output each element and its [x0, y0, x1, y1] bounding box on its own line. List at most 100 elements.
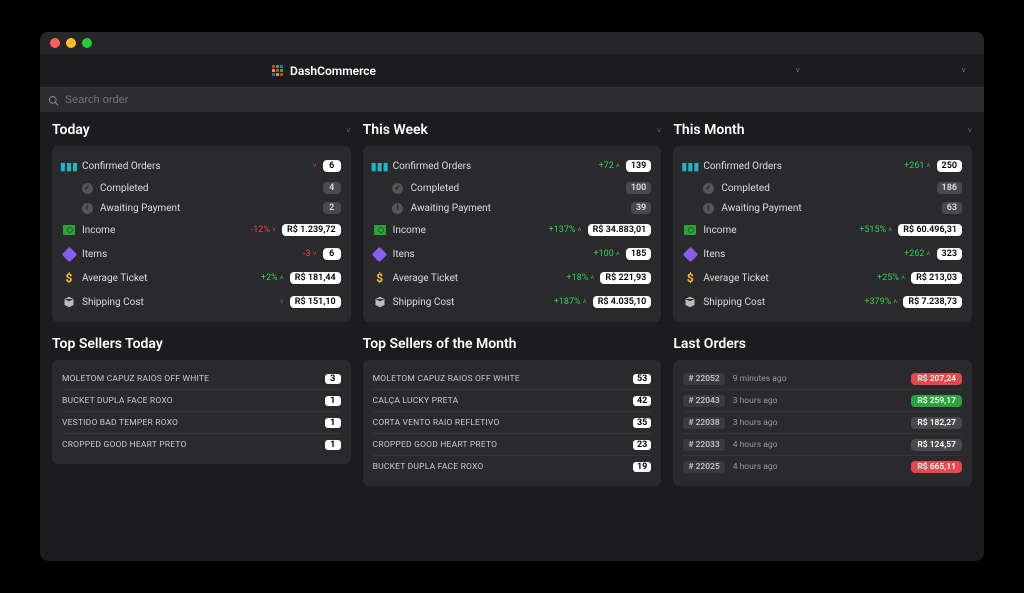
dollar-icon: $ [683, 271, 697, 285]
seller-count: 23 [633, 440, 651, 450]
topbar-dropdown-2[interactable]: ˅ [961, 66, 966, 75]
window-close-icon[interactable] [50, 38, 60, 48]
panel-today-title: Today ˅ [52, 122, 351, 138]
stat-label: Completed [411, 183, 460, 194]
search-input[interactable] [65, 94, 976, 106]
stat-value: 185 [626, 248, 651, 260]
stat-value: R$ 181,44 [290, 272, 341, 284]
delta: +379% ˄ [864, 297, 897, 307]
delta: ˅ [280, 298, 284, 306]
delta: +261 ˄ [904, 161, 930, 171]
order-time: 3 hours ago [733, 418, 778, 428]
sellers-today: Top Sellers Today MOLETOM CAPUZ RAIOS OF… [52, 336, 351, 486]
stat-row: Shipping Cost +379% ˄ R$ 7.238,73 [683, 290, 962, 314]
search-bar[interactable] [40, 88, 984, 112]
seller-row[interactable]: VESTIDO BAD TEMPER ROXO 1 [62, 412, 341, 434]
stat-subrow: i Awaiting Payment 2 [62, 198, 341, 218]
last-orders-card: # 22052 9 minutes ago R$ 207,24 # 22043 … [673, 360, 972, 486]
seller-count: 53 [633, 374, 651, 384]
seller-row[interactable]: MOLETOM CAPUZ RAIOS OFF WHITE 53 [373, 368, 652, 390]
order-row[interactable]: # 22052 9 minutes ago R$ 207,24 [683, 368, 962, 390]
delta: +187% ˄ [554, 297, 587, 307]
panel-month: This Month ˅ ▮▮▮ Confirmed Orders +261 ˄… [673, 122, 972, 322]
topbar: DashCommerce ˅ ˅ [40, 54, 984, 88]
stat-label: Income [82, 225, 115, 236]
app-window: DashCommerce ˅ ˅ Today ˅ ▮▮▮ Confirmed O… [40, 32, 984, 561]
stat-value: 100 [626, 182, 651, 194]
stat-value: R$ 151,10 [290, 296, 341, 308]
stat-value: R$ 213,03 [911, 272, 962, 284]
seller-count: 42 [633, 396, 651, 406]
stat-label: Awaiting Payment [411, 203, 491, 214]
order-time: 4 hours ago [733, 440, 778, 450]
bar-chart-icon: ▮▮▮ [62, 159, 76, 173]
seller-count: 1 [325, 418, 341, 428]
order-row[interactable]: # 22038 3 hours ago R$ 182,27 [683, 412, 962, 434]
last-orders-title: Last Orders [673, 336, 972, 352]
seller-row[interactable]: CORTA VENTO RAIO REFLETIVO 35 [373, 412, 652, 434]
stat-value: 6 [323, 248, 341, 260]
package-icon [683, 295, 697, 309]
stat-row: Shipping Cost ˅ R$ 151,10 [62, 290, 341, 314]
topbar-dropdown-1[interactable]: ˅ [795, 66, 800, 75]
stat-value: R$ 60.496,31 [898, 224, 962, 236]
seller-row[interactable]: BUCKET DUPLA FACE ROXO 1 [62, 390, 341, 412]
stat-value: 6 [323, 160, 341, 172]
delta: -3 ˅ [303, 249, 317, 259]
stat-label: Shipping Cost [703, 297, 765, 308]
stat-value: R$ 1.239,72 [282, 224, 341, 236]
check-circle-icon: ✓ [701, 181, 715, 195]
stat-label: Itens [393, 249, 415, 260]
window-minimize-icon[interactable] [66, 38, 76, 48]
sellers-month-title: Top Sellers of the Month [363, 336, 662, 352]
order-id: # 22033 [683, 439, 724, 451]
window-zoom-icon[interactable] [82, 38, 92, 48]
stat-row: ▮▮▮ Confirmed Orders +261 ˄ 250 [683, 154, 962, 178]
order-time: 3 hours ago [733, 396, 778, 406]
order-row[interactable]: # 22025 4 hours ago R$ 665,11 [683, 456, 962, 478]
stat-label: Average Ticket [703, 273, 768, 284]
seller-row[interactable]: MOLETOM CAPUZ RAIOS OFF WHITE 3 [62, 368, 341, 390]
panel-week: This Week ˅ ▮▮▮ Confirmed Orders +72 ˄ 1… [363, 122, 662, 322]
check-circle-icon: ✓ [80, 181, 94, 195]
delta: +25% ˄ [877, 273, 905, 283]
gem-icon [62, 247, 76, 261]
seller-row[interactable]: CALÇA LUCKY PRETA 42 [373, 390, 652, 412]
stat-label: Average Ticket [82, 273, 147, 284]
stat-subrow: i Awaiting Payment 63 [683, 198, 962, 218]
chevron-down-icon[interactable]: ˅ [967, 126, 972, 135]
stat-label: Awaiting Payment [100, 203, 180, 214]
clock-icon: i [80, 201, 94, 215]
money-icon [62, 223, 76, 237]
stat-value: 2 [323, 202, 341, 214]
stat-subrow: ✓ Completed 100 [373, 178, 652, 198]
sellers-today-title: Top Sellers Today [52, 336, 351, 352]
content: Today ˅ ▮▮▮ Confirmed Orders ˅ 6 ✓ Compl… [40, 112, 984, 561]
clock-icon: i [391, 201, 405, 215]
order-row[interactable]: # 22033 4 hours ago R$ 124,57 [683, 434, 962, 456]
stat-row: ▮▮▮ Confirmed Orders ˅ 6 [62, 154, 341, 178]
seller-name: MOLETOM CAPUZ RAIOS OFF WHITE [373, 374, 520, 384]
seller-name: CROPPED GOOD HEART PRETO [373, 440, 498, 450]
seller-row[interactable]: BUCKET DUPLA FACE ROXO 19 [373, 456, 652, 478]
stat-row: Itens +262 ˄ 323 [683, 242, 962, 266]
seller-row[interactable]: CROPPED GOOD HEART PRETO 23 [373, 434, 652, 456]
panel-month-card: ▮▮▮ Confirmed Orders +261 ˄ 250 ✓ Comple… [673, 146, 972, 322]
delta: -12% ˅ [251, 225, 276, 235]
seller-row[interactable]: CROPPED GOOD HEART PRETO 1 [62, 434, 341, 456]
brand: DashCommerce [272, 64, 376, 78]
delta: +18% ˄ [566, 273, 594, 283]
panel-today-card: ▮▮▮ Confirmed Orders ˅ 6 ✓ Completed 4 i… [52, 146, 351, 322]
delta: ˅ [313, 162, 317, 170]
stat-value: 63 [942, 202, 962, 214]
bar-chart-icon: ▮▮▮ [373, 159, 387, 173]
order-row[interactable]: # 22043 3 hours ago R$ 259,17 [683, 390, 962, 412]
delta: +262 ˄ [904, 249, 930, 259]
chevron-down-icon[interactable]: ˅ [346, 126, 351, 135]
stat-row: Items -3 ˅ 6 [62, 242, 341, 266]
order-time: 9 minutes ago [733, 374, 787, 384]
chevron-down-icon[interactable]: ˅ [657, 126, 662, 135]
stat-label: Shipping Cost [82, 297, 144, 308]
stat-row: Income -12% ˅ R$ 1.239,72 [62, 218, 341, 242]
stat-value: 323 [937, 248, 962, 260]
